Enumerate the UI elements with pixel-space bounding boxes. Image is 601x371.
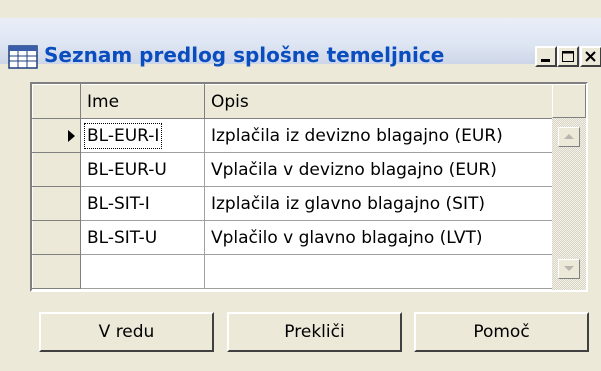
current-row-arrow-icon: [68, 130, 75, 142]
arrow-up-icon: [564, 134, 574, 139]
cell-opis[interactable]: Izplačila iz devizno blagajno (EUR): [204, 118, 553, 153]
table-icon: [8, 45, 38, 69]
cell-ime[interactable]: BL-EUR-U: [80, 152, 205, 187]
minimize-button[interactable]: [535, 46, 557, 67]
cell-ime-text: BL-EUR-I: [83, 122, 163, 149]
row-selector[interactable]: [32, 152, 81, 187]
cell-opis[interactable]: Vplačilo v glavno blagajno (LVT): [204, 220, 553, 255]
row-selector[interactable]: [32, 186, 81, 221]
maximize-button[interactable]: [557, 46, 579, 67]
cell-ime[interactable]: BL-EUR-I: [80, 118, 205, 153]
scroll-down-button[interactable]: [558, 259, 580, 279]
dialog-window: Seznam predlog splošne temeljnice Ime Op…: [0, 0, 601, 371]
row-selector[interactable]: [32, 118, 81, 153]
row-selector[interactable]: [32, 220, 81, 255]
minimize-icon: [541, 59, 550, 62]
ok-button[interactable]: V redu: [39, 312, 214, 352]
table-row-empty[interactable]: [32, 254, 553, 289]
cell-ime[interactable]: [80, 254, 205, 289]
template-table: Ime Opis BL-EUR-I Izplačila iz devizno b…: [32, 84, 553, 289]
row-selector[interactable]: [32, 254, 81, 289]
help-button[interactable]: Pomoč: [414, 312, 589, 352]
cancel-button[interactable]: Prekliči: [227, 312, 402, 352]
close-button[interactable]: [580, 46, 601, 67]
header-row: Ime Opis: [32, 84, 553, 119]
table-row[interactable]: BL-EUR-U Vplačila v devizno blagajno (EU…: [32, 152, 553, 187]
cell-opis[interactable]: Vplačila v devizno blagajno (EUR): [204, 152, 553, 187]
cell-ime[interactable]: BL-SIT-U: [80, 220, 205, 255]
cell-opis[interactable]: Izplačila iz glavno blagajno (SIT): [204, 186, 553, 221]
table-row[interactable]: BL-SIT-I Izplačila iz glavno blagajno (S…: [32, 186, 553, 221]
title-bar[interactable]: Seznam predlog splošne temeljnice: [0, 18, 601, 69]
close-icon: [585, 51, 596, 62]
column-header-ime[interactable]: Ime: [80, 84, 205, 119]
arrow-down-icon: [564, 266, 574, 271]
scroll-up-button[interactable]: [558, 127, 580, 147]
maximize-icon: [562, 51, 574, 62]
table-row[interactable]: BL-SIT-U Vplačilo v glavno blagajno (LVT…: [32, 220, 553, 255]
cell-opis[interactable]: [204, 254, 553, 289]
column-header-opis[interactable]: Opis: [204, 84, 553, 119]
template-grid[interactable]: Ime Opis BL-EUR-I Izplačila iz devizno b…: [30, 82, 588, 292]
window-title: Seznam predlog splošne temeljnice: [44, 43, 445, 67]
scrollbar-header-cell: [552, 84, 586, 118]
row-selector-header[interactable]: [32, 84, 81, 119]
cell-ime[interactable]: BL-SIT-I: [80, 186, 205, 221]
table-row[interactable]: BL-EUR-I Izplačila iz devizno blagajno (…: [32, 118, 553, 153]
vertical-scrollbar[interactable]: [552, 84, 586, 290]
